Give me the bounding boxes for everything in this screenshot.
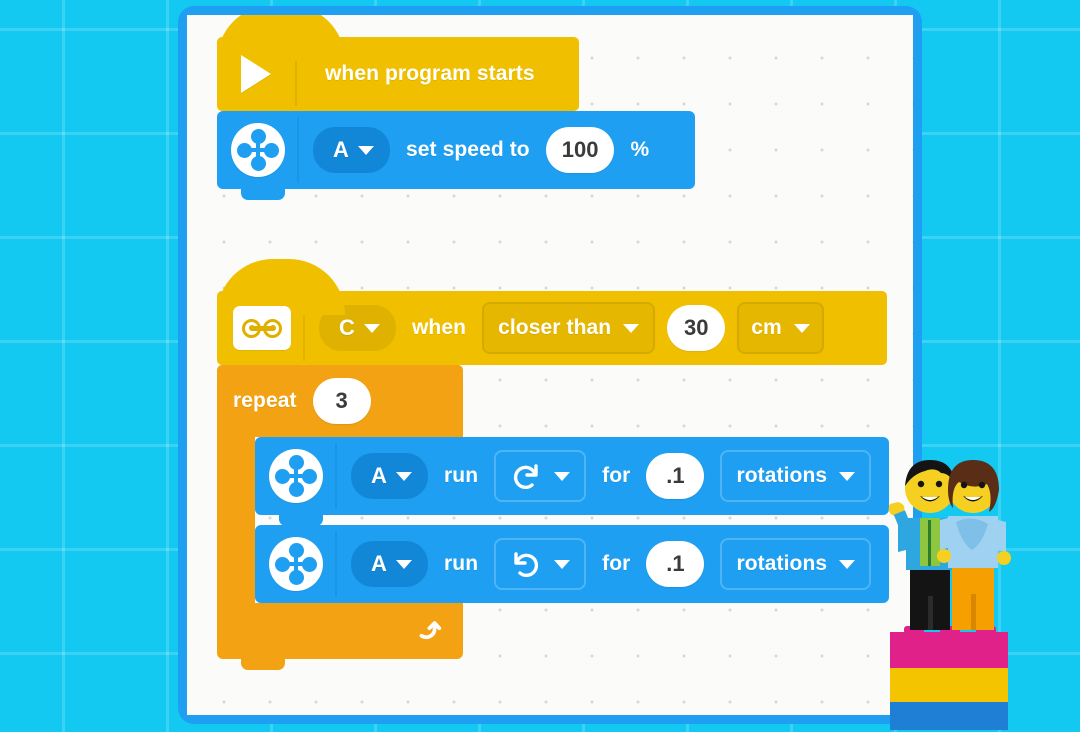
rotations-value-input[interactable]: .1 [646,541,705,587]
set-speed-label: set speed to [406,138,530,161]
distance-unit-label: cm [751,316,782,339]
repeat-count: 3 [335,388,348,413]
repeat-children[interactable]: A run for .1 rotations A run for .1 rota… [255,437,889,614]
block-divider [295,42,297,106]
script-when-distance[interactable]: C when closer than 30 cm repeat 3 A run … [217,259,889,670]
block-divider [297,117,299,183]
rotations-unit-label: rotations [736,552,828,575]
port-dropdown-a[interactable]: A [351,453,428,499]
block-divider [335,443,337,509]
repeat-count-input[interactable]: 3 [312,378,371,424]
block-repeat[interactable]: repeat 3 A run for .1 rotations A run fo… [217,365,889,670]
distance-sensor-icon [233,306,291,350]
run-label: run [444,552,479,575]
distance-value-input[interactable]: 30 [667,305,726,351]
clockwise-icon [514,464,538,490]
rotations-value-input[interactable]: .1 [646,453,705,499]
loop-arrow-icon [419,621,442,640]
block-motor-run-clockwise[interactable]: A run for .1 rotations [255,437,889,526]
port-label: A [371,463,387,488]
comparison-label: closer than [498,316,612,339]
repeat-header[interactable]: repeat 3 [217,365,463,437]
rotations-unit-label: rotations [736,464,828,487]
port-dropdown-c[interactable]: C [319,305,396,351]
block-when-program-starts[interactable]: when program starts [217,15,579,122]
block-when-distance[interactable]: C when closer than 30 cm [217,259,887,376]
repeat-body: A run for .1 rotations A run for .1 rota… [217,437,889,614]
speed-value-input[interactable]: 100 [545,127,615,173]
chevron-down-icon [554,559,571,569]
chevron-down-icon [839,471,856,481]
chevron-down-icon [364,323,380,333]
port-label: A [371,551,387,576]
script-when-program-starts[interactable]: when program starts A set speed to 100 % [217,15,695,200]
programming-canvas[interactable]: when program starts A set speed to 100 %… [187,15,913,715]
comparison-dropdown[interactable]: closer than [482,302,656,354]
play-icon [241,55,271,93]
chevron-down-icon [396,559,412,569]
chevron-down-icon [623,323,640,333]
motor-hub-icon [231,123,285,177]
chevron-down-icon [793,323,810,333]
speed-value: 100 [561,137,599,162]
chevron-down-icon [396,471,412,481]
when-label: when [412,316,467,339]
brick-stack [890,626,1008,730]
rotations-value: .1 [666,463,685,488]
repeat-label: repeat [233,389,297,412]
port-dropdown-a[interactable]: A [313,127,390,173]
lego-minifigures-decoration [888,460,1011,730]
direction-dropdown-clockwise[interactable] [494,450,587,502]
repeat-footer[interactable] [217,603,463,670]
distance-unit-dropdown[interactable]: cm [737,302,824,354]
port-label: C [339,315,355,340]
chevron-down-icon [839,559,856,569]
run-label: run [444,464,479,487]
block-set-speed[interactable]: A set speed to 100 % [217,111,695,200]
rotations-value: .1 [666,551,685,576]
counter-clockwise-icon [514,552,539,578]
chevron-down-icon [358,145,374,155]
block-divider [335,531,337,597]
canvas-frame: when program starts A set speed to 100 %… [178,6,922,724]
block-divider [303,295,305,361]
repeat-left-arm [217,437,255,603]
motor-hub-icon [269,449,323,503]
chevron-down-icon [554,471,571,481]
when-program-starts-label: when program starts [325,62,535,85]
percent-label: % [630,138,650,161]
direction-dropdown-counter-clockwise[interactable] [494,538,587,590]
for-label: for [602,464,631,487]
port-dropdown-a[interactable]: A [351,541,428,587]
block-notch [241,188,285,200]
rotations-unit-dropdown[interactable]: rotations [720,450,872,502]
port-label: A [333,137,349,162]
for-label: for [602,552,631,575]
block-motor-run-counter-clockwise[interactable]: A run for .1 rotations [255,525,889,614]
rotations-unit-dropdown[interactable]: rotations [720,538,872,590]
block-notch [241,658,285,670]
motor-hub-icon [269,537,323,591]
distance-value: 30 [683,315,709,340]
